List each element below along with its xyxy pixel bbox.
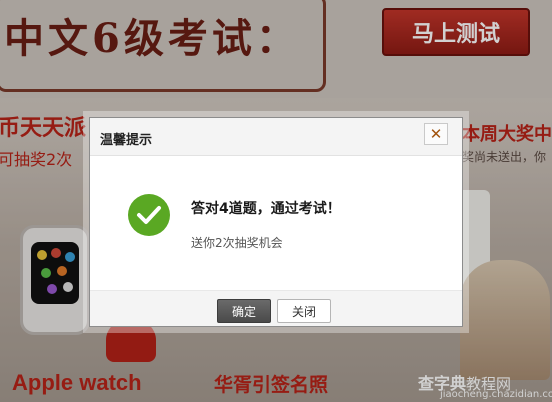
checkmark-icon <box>137 206 161 224</box>
close-button[interactable]: 关闭 <box>277 299 331 323</box>
dialog-subtext: 送你2次抽奖机会 <box>191 236 283 250</box>
close-icon[interactable]: ✕ <box>424 123 448 145</box>
dialog-heading: 答对4道题，通过考试！ <box>191 201 341 217</box>
dialog-header: 温馨提示 ✕ <box>90 118 462 156</box>
tip-dialog: 温馨提示 ✕ 答对4道题，通过考试！ 送你2次抽奖机会 确定 关闭 <box>89 117 463 327</box>
dialog-title: 温馨提示 <box>100 133 153 148</box>
dialog-footer <box>90 290 462 326</box>
confirm-button[interactable]: 确定 <box>217 299 271 323</box>
check-circle-icon <box>128 194 170 236</box>
